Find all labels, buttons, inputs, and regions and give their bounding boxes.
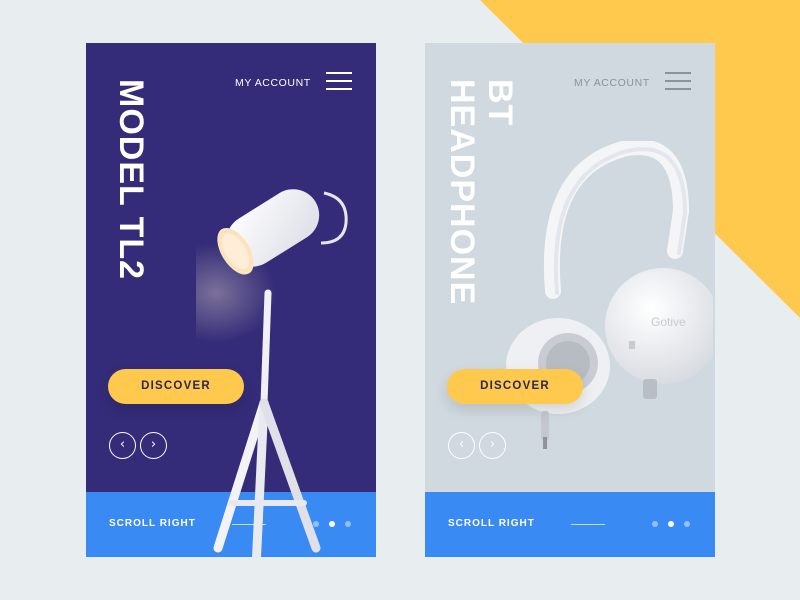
hamburger-menu-icon[interactable] xyxy=(326,72,352,90)
page-dot-active[interactable] xyxy=(668,521,674,527)
product-title: MODEL TL2 xyxy=(112,79,150,281)
page-dot[interactable] xyxy=(684,521,690,527)
page-dot[interactable] xyxy=(652,521,658,527)
product-title-line-2: HEADPHONE xyxy=(443,79,481,306)
hamburger-menu-icon[interactable] xyxy=(665,72,691,90)
scroll-right-label: SCROLL RIGHT xyxy=(109,518,196,529)
discover-button[interactable]: DISCOVER xyxy=(447,369,583,404)
scroll-right-label: SCROLL RIGHT xyxy=(448,518,535,529)
headphones-icon: Gotive xyxy=(506,141,713,449)
desk-lamp-icon xyxy=(196,189,348,557)
chevron-left-icon[interactable]: ‹ xyxy=(448,432,475,459)
brand-label: Gotive xyxy=(651,315,686,329)
discover-button[interactable]: DISCOVER xyxy=(108,369,244,404)
product-card-lamp: MODEL TL2 MY ACCOUNT DISCOVER ‹ › SCROLL… xyxy=(86,43,376,557)
product-card-headphone: BT HEADPHONE MY ACCOUNT Gotive DISCOVER … xyxy=(425,43,715,557)
footer-bar: SCROLL RIGHT xyxy=(425,492,715,557)
product-title-line-1: BT xyxy=(481,79,519,127)
footer-divider xyxy=(571,524,605,525)
chevron-right-icon[interactable]: › xyxy=(140,432,167,459)
page-indicator xyxy=(652,521,692,529)
chevron-right-icon[interactable]: › xyxy=(479,432,506,459)
my-account-link[interactable]: MY ACCOUNT xyxy=(574,77,650,89)
my-account-link[interactable]: MY ACCOUNT xyxy=(235,77,311,89)
chevron-left-icon[interactable]: ‹ xyxy=(109,432,136,459)
